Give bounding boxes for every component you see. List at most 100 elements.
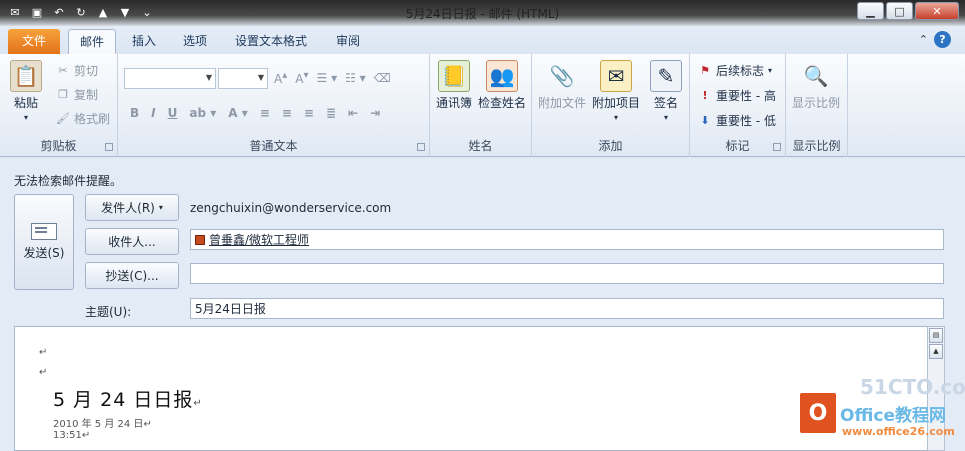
highlight-icon[interactable]: ab ▾ [189,106,216,120]
clipboard-icon: 📋 [10,60,42,92]
align-center-icon[interactable]: ≡ [282,106,292,120]
signature-icon: ✎ [650,60,682,92]
tab-message[interactable]: 邮件 [68,29,117,54]
align-left-icon[interactable]: ≡ [260,106,270,120]
align-right-icon[interactable]: ≡ [304,106,314,120]
include-group-label: 添加 [598,139,623,153]
brush-icon: 🖌 [56,112,70,125]
collapse-ribbon-icon[interactable]: ⌃ [919,33,928,46]
tab-insert[interactable]: 插入 [121,29,167,54]
tab-options[interactable]: 选项 [172,29,218,54]
scroll-up-icon[interactable]: ▲ [929,344,943,359]
from-button[interactable]: 发件人(R) ▾ [85,194,179,221]
close-button[interactable]: ✕ [915,2,959,20]
title-bar: ✉ ▣ ↶ ↻ ▲ ▼ ⌄ 5月24日日报 - 邮件 (HTML) ▁ □ ✕ [0,0,965,26]
ruler-toggle-icon[interactable]: ▤ [929,328,943,343]
cut-button[interactable]: ✂ 剪切 [56,62,98,79]
down-arrow-icon: ⬇ [700,114,710,127]
envelope-icon: ✉ [600,60,632,92]
subject-field[interactable]: 5月24日日报 [190,298,944,319]
dialog-launcher-icon[interactable] [417,143,425,151]
subject-label: 主题(U): [85,305,132,319]
high-importance-button[interactable]: ! 重要性 - 高 [698,87,775,104]
names-group-label: 姓名 [468,139,493,153]
paste-button[interactable]: 📋 粘贴 ▾ [10,60,42,122]
font-family-combo[interactable]: ▼ [124,68,216,89]
check-names-button[interactable]: 👥 检查姓名 [478,60,526,111]
tags-group: ⚑ 后续标志 ▾ ! 重要性 - 高 ⬇ 重要性 - 低 标记 [690,54,786,157]
paperclip-icon: 📎 [549,64,575,88]
to-field[interactable]: 曾垂鑫/微软工程师 [190,229,944,250]
ribbon: 📋 粘贴 ▾ ✂ 剪切 ❐ 复制 🖌 格式刷 剪贴板 ▼ ▼ A▴ A▾ ☰ ▾ ☷ … [0,54,965,157]
flag-icon: ⚑ [700,64,710,77]
bullets-icon[interactable]: ☰ ▾ [317,71,338,85]
zoom-group-label: 显示比例 [792,139,841,153]
check-names-icon: 👥 [486,60,518,92]
shrink-font-icon[interactable]: A▾ [295,70,308,86]
format-painter-button[interactable]: 🖌 格式刷 [56,110,110,127]
recipient-name[interactable]: 曾垂鑫/微软工程师 [209,231,309,248]
document-date: 2010 年 5 月 24 日↵ [53,419,152,430]
chevron-down-icon: ▾ [614,113,619,122]
dialog-launcher-icon[interactable] [105,143,113,151]
basic-text-group: ▼ ▼ A▴ A▾ ☰ ▾ ☷ ▾ ⌫ B I U ab ▾ A ▾ ≡ ≡ ≡… [118,54,430,157]
follow-up-button[interactable]: ⚑ 后续标志 ▾ [698,62,772,79]
basic-text-group-label: 普通文本 [249,139,298,153]
underline-icon[interactable]: U [168,106,178,120]
send-button[interactable]: 发送(S) [14,194,74,290]
tab-format-text[interactable]: 设置文本格式 [224,29,318,54]
tab-review[interactable]: 审阅 [325,29,371,54]
include-group: 📎 附加文件 ✉ 附加项目 ▾ ✎ 签名 ▾ 添加 [532,54,690,157]
clipboard-group: 📋 粘贴 ▾ ✂ 剪切 ❐ 复制 🖌 格式刷 剪贴板 [0,54,118,157]
low-importance-button[interactable]: ⬇ 重要性 - 低 [698,112,776,129]
zoom-button[interactable]: 🔍 显示比例 [792,60,840,111]
signature-button[interactable]: ✎ 签名 ▾ [650,60,682,122]
magnifier-icon: 🔍 [803,64,829,88]
from-address: zengchuixin@wonderservice.com [190,201,392,215]
justify-icon[interactable]: ≣ [326,106,336,120]
cc-button[interactable]: 抄送(C)... [85,262,179,289]
address-book-icon: 📒 [438,60,470,92]
font-size-combo[interactable]: ▼ [218,68,268,89]
chevron-down-icon: ▾ [663,113,668,122]
attach-item-button[interactable]: ✉ 附加项目 ▾ [592,60,640,122]
tags-group-label: 标记 [725,139,750,153]
office-logo-icon: O [800,393,836,433]
chevron-down-icon: ▼ [257,73,264,82]
zoom-group: 🔍 显示比例 显示比例 [786,54,848,157]
font-color-icon[interactable]: A ▾ [228,106,248,120]
numbering-icon[interactable]: ☷ ▾ [345,71,366,85]
document-title: 5 月 24 日日报↵ [53,389,203,411]
contact-icon [195,234,205,245]
chevron-down-icon: ▾ [23,113,28,122]
exclamation-icon: ! [702,89,708,102]
decrease-indent-icon[interactable]: ⇤ [348,106,358,120]
tab-file[interactable]: 文件 [8,29,60,54]
compose-area: 无法检索邮件提醒。 发送(S) 发件人(R) ▾ zengchuixin@wond… [0,158,965,451]
address-book-button[interactable]: 📒 通讯簿 [436,60,472,111]
minimize-button[interactable]: ▁ [857,2,884,20]
window-title: 5月24日日报 - 邮件 (HTML) [405,7,560,21]
grow-font-icon[interactable]: A▴ [274,70,287,86]
info-bar: 无法检索邮件提醒。 [14,174,123,188]
chevron-down-icon: ▼ [205,73,212,82]
scissors-icon: ✂ [58,64,68,77]
ribbon-tabs: 文件 邮件 插入 选项 设置文本格式 审阅 ⌃ ? [0,26,965,54]
dialog-launcher-icon[interactable] [773,143,781,151]
italic-icon[interactable]: I [151,106,155,120]
send-envelope-icon [31,223,57,240]
to-button[interactable]: 收件人... [85,228,179,255]
clear-format-icon[interactable]: ⌫ [374,71,391,85]
chevron-down-icon: ▾ [768,66,773,75]
paragraph-mark-icon: ↵ [39,347,48,358]
maximize-button[interactable]: □ [886,2,913,20]
cc-field[interactable] [190,263,944,284]
copy-button[interactable]: ❐ 复制 [56,86,98,103]
attach-file-button[interactable]: 📎 附加文件 [538,60,586,111]
names-group: 📒 通讯簿 👥 检查姓名 姓名 [430,54,532,157]
copy-icon: ❐ [58,88,68,101]
chevron-down-icon: ▾ [158,203,163,212]
bold-icon[interactable]: B [130,106,139,120]
increase-indent-icon[interactable]: ⇥ [370,106,380,120]
help-icon[interactable]: ? [934,31,951,48]
